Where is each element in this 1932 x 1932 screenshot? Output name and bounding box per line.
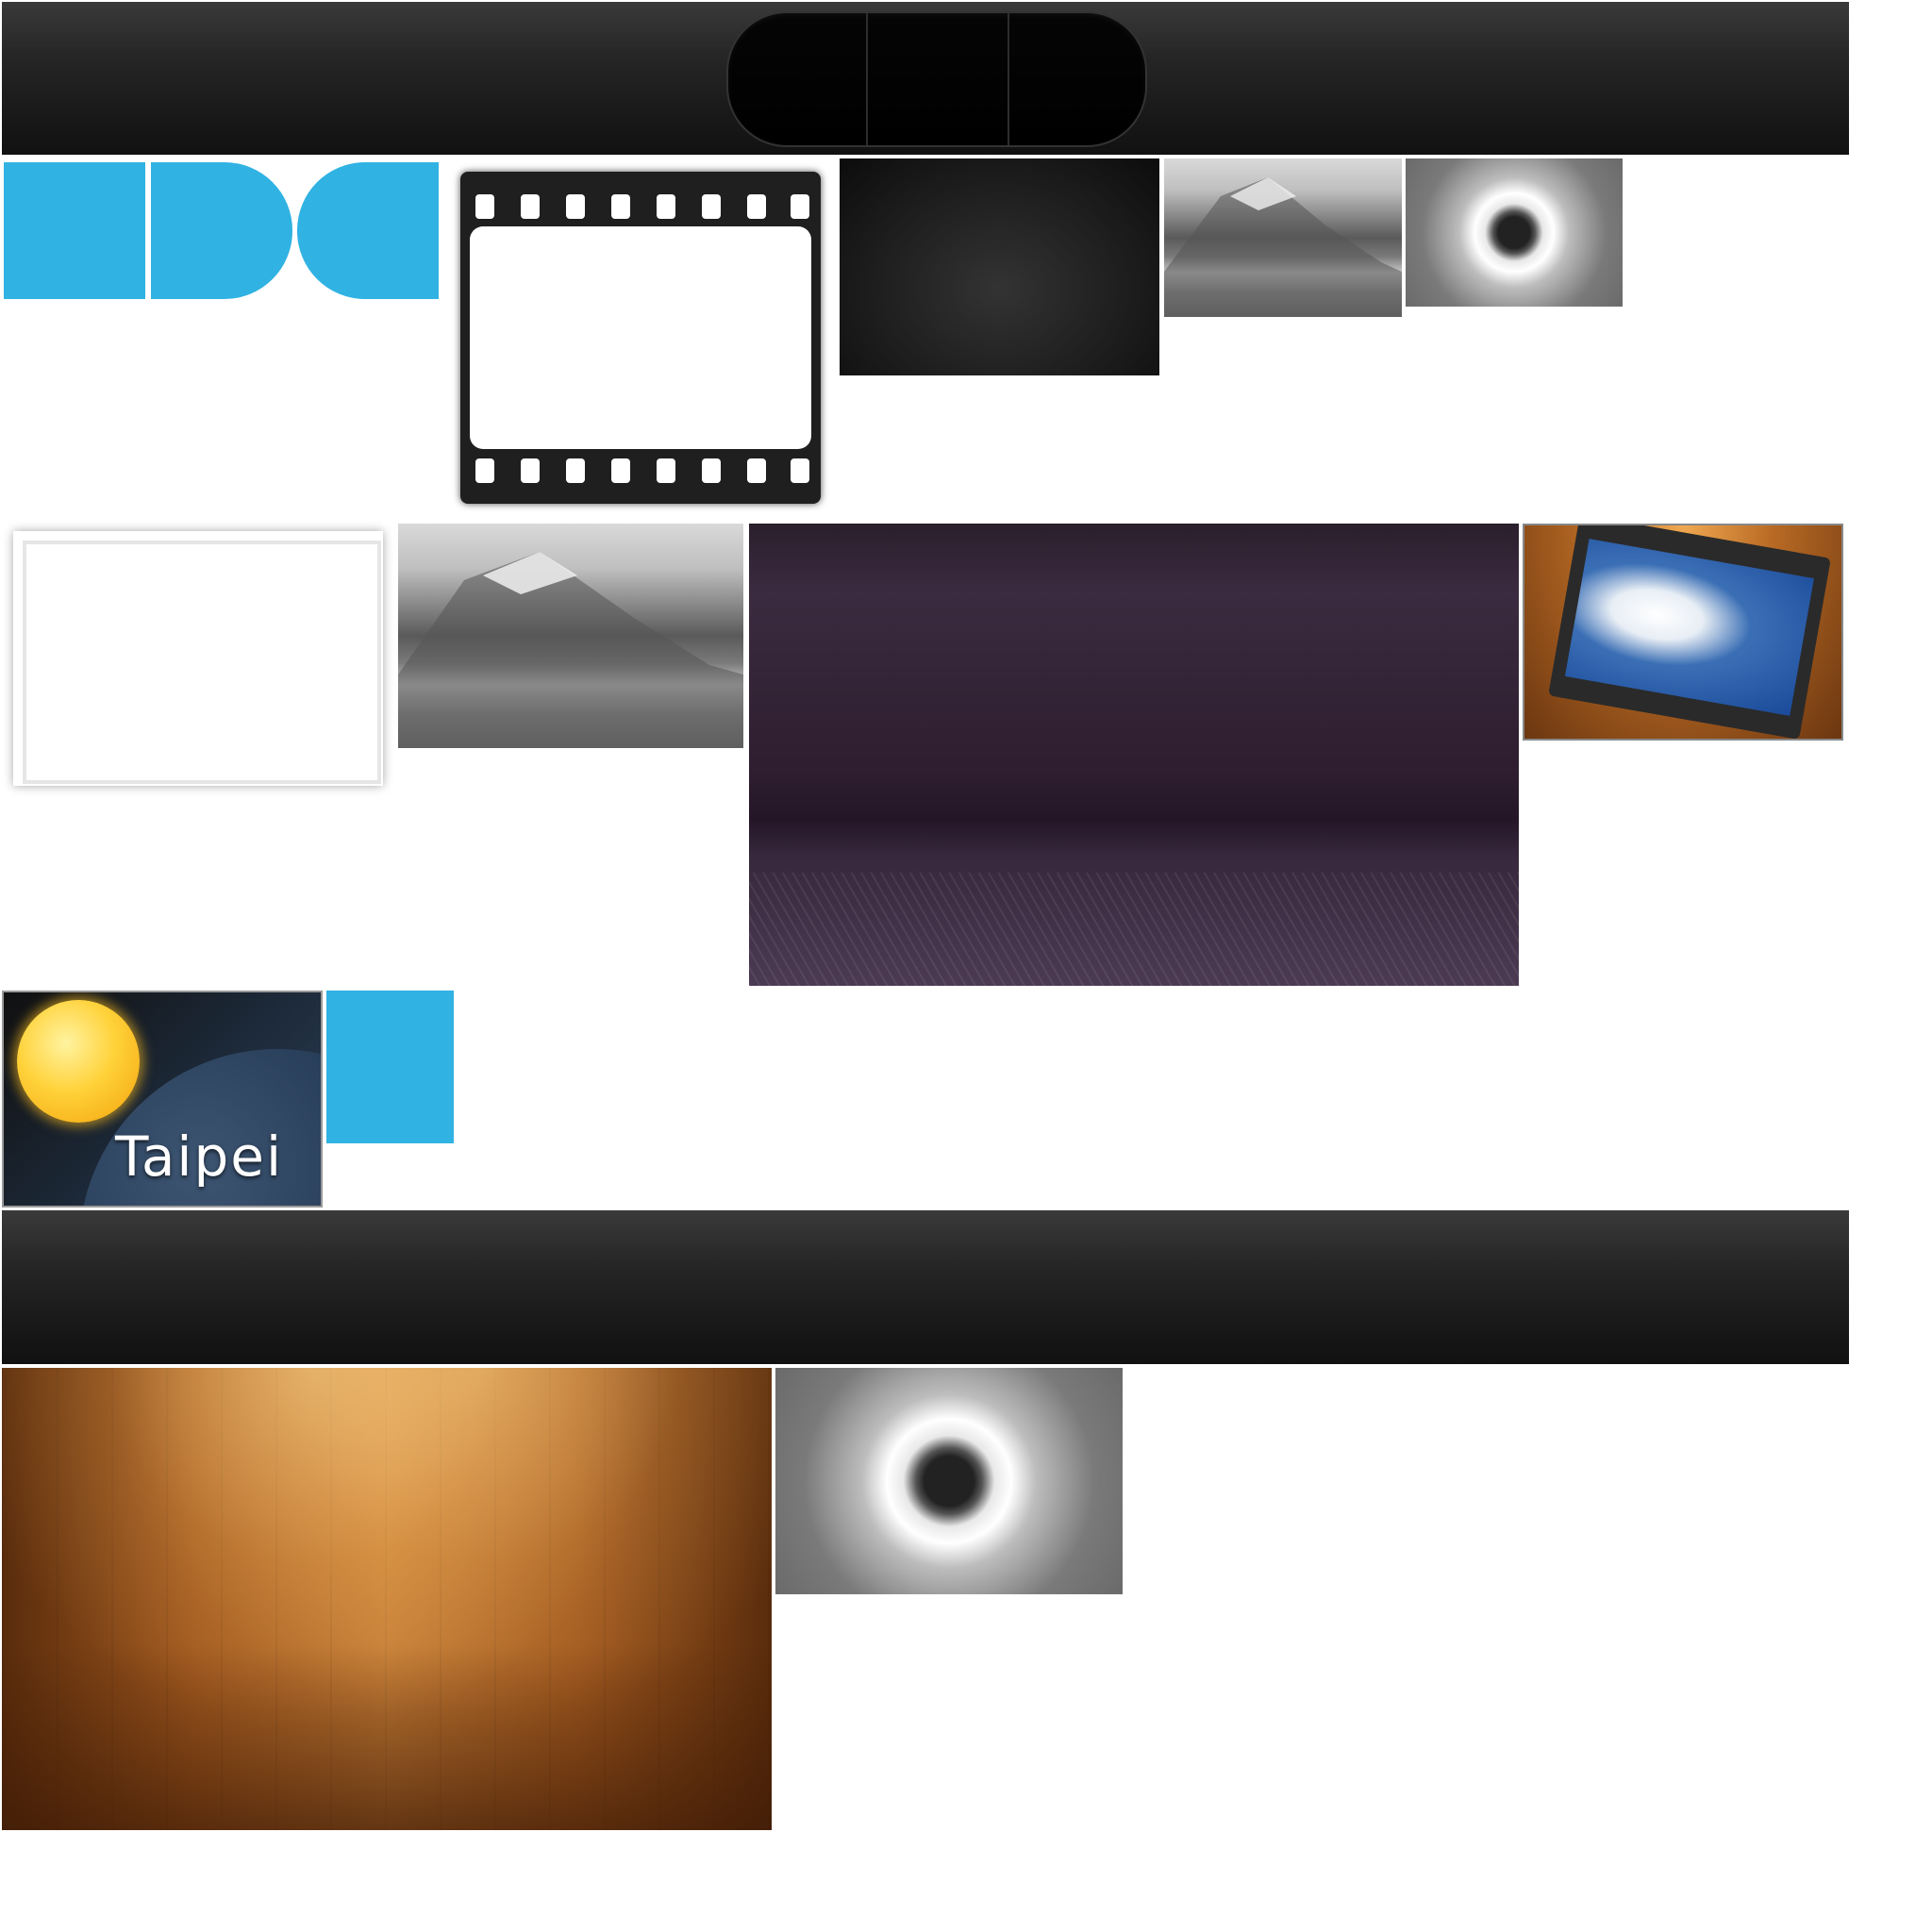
mountain-shape-large	[398, 552, 743, 748]
segment-right[interactable]	[1009, 13, 1145, 145]
bottom-toolbar	[2, 1210, 1849, 1364]
mountain-shape	[1164, 177, 1402, 317]
sunflower-image[interactable]	[775, 1368, 1123, 1594]
segment-left[interactable]	[728, 13, 866, 145]
film-strip-icon	[460, 172, 821, 504]
weather-city-label: Taipei	[115, 1124, 284, 1189]
blue-square-swatch	[326, 991, 454, 1143]
mountain-thumbnail[interactable]	[1164, 158, 1402, 317]
dark-background-tile	[840, 158, 1159, 375]
segmented-control[interactable]	[726, 11, 1147, 147]
tilted-film-frame	[1548, 525, 1831, 739]
tab-left-rounded-icon	[297, 162, 439, 299]
purple-floor-stripes	[749, 873, 1519, 986]
purple-stage-background	[749, 524, 1519, 986]
segment-middle[interactable]	[868, 13, 1008, 145]
tab-square-icon	[4, 162, 145, 299]
mountain-image[interactable]	[398, 524, 743, 748]
sky-photo	[1564, 539, 1814, 716]
sunflower-thumbnail[interactable]	[1406, 158, 1623, 307]
top-toolbar	[2, 2, 1849, 155]
film-window	[470, 226, 811, 449]
wood-stage-background	[2, 1368, 772, 1830]
sun-icon	[17, 1000, 140, 1123]
photo-frame-icon	[13, 531, 383, 786]
wood-film-tile[interactable]	[1523, 524, 1843, 741]
photo-frame-inner	[23, 541, 381, 784]
tab-right-rounded-icon	[151, 162, 292, 299]
weather-tile[interactable]: Taipei	[2, 991, 323, 1208]
